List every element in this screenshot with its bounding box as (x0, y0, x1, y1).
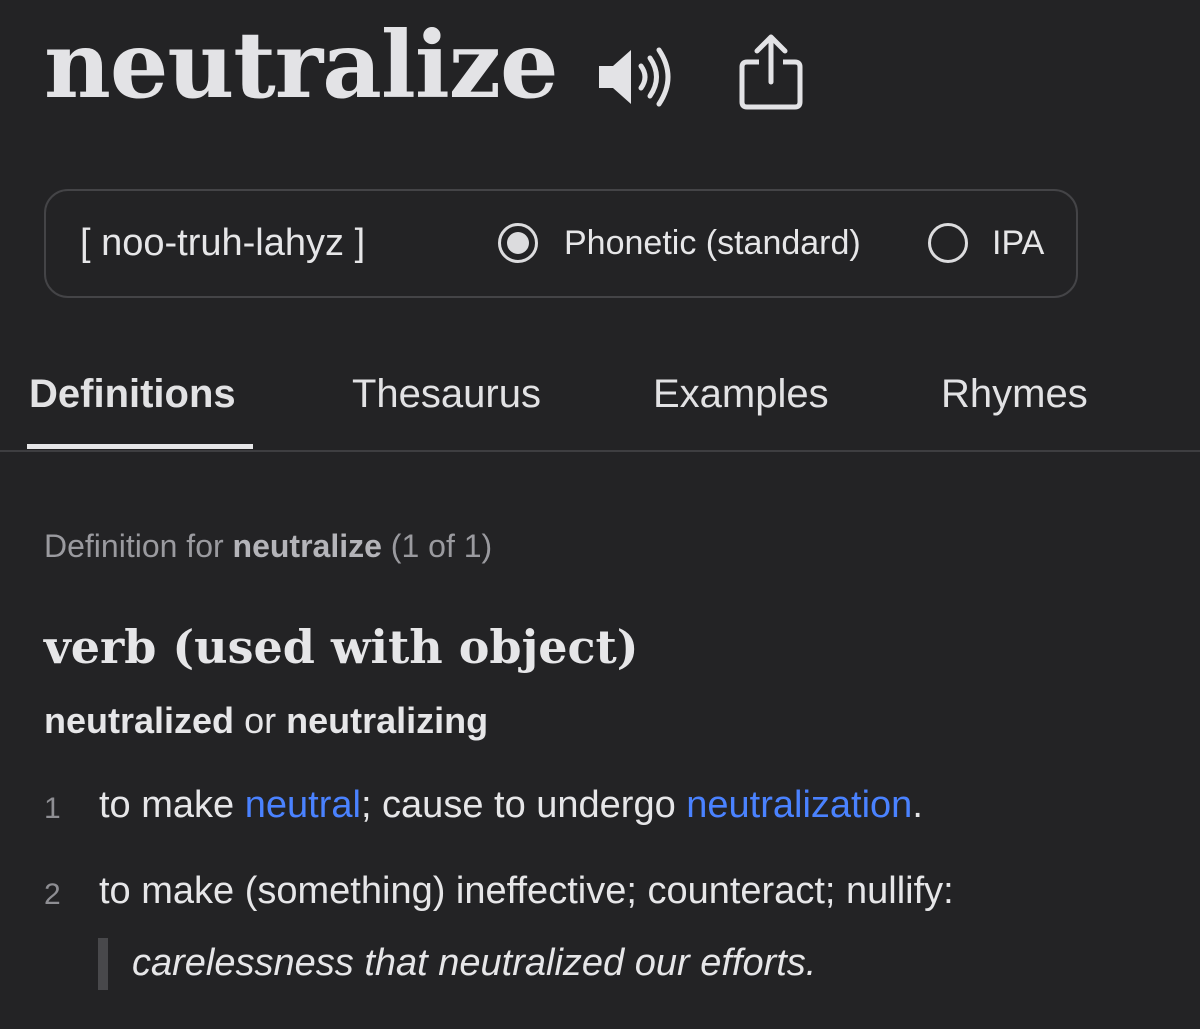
tab-rhymes[interactable]: Rhymes (941, 372, 1088, 417)
definition-header-word: neutralize (232, 528, 382, 564)
sense-text-part: to make (99, 784, 245, 826)
sense-text-part: ; cause to undergo (360, 784, 687, 826)
part-of-speech: verb (used with object) (44, 620, 639, 674)
ipa-radio[interactable] (928, 223, 968, 263)
link-neutral[interactable]: neutral (245, 784, 361, 826)
sense-number: 2 (44, 878, 61, 911)
link-neutralization[interactable]: neutralization (686, 784, 912, 826)
definition-header: Definition for neutralize (1 of 1) (44, 528, 492, 565)
example-sentence: carelessness that neutralized our effort… (132, 942, 817, 984)
sense-2-text: to make (something) ineffective; counter… (99, 870, 954, 912)
headword: neutralize (44, 11, 559, 119)
tab-definitions[interactable]: Definitions (29, 372, 236, 417)
tab-thesaurus[interactable]: Thesaurus (352, 372, 541, 417)
sense-number: 1 (44, 792, 61, 825)
active-tab-indicator (27, 444, 253, 449)
sense-text-part: . (912, 784, 923, 826)
speaker-icon[interactable] (597, 42, 677, 112)
definition-header-count: (1 of 1) (390, 528, 493, 564)
example-quote-bar (98, 938, 108, 990)
definition-header-prefix: Definition for (44, 528, 224, 564)
headword-row: neutralize (44, 10, 559, 120)
inflected-form-separator: or (244, 700, 277, 741)
tab-bar: Definitions Thesaurus Examples Rhymes (0, 360, 1200, 452)
share-icon[interactable] (737, 32, 805, 112)
pronunciation-box: [ noo-truh-lahyz ] Phonetic (standard) I… (44, 189, 1078, 298)
dictionary-page: neutralize [ noo-truh-lahyz ] Phonetic (… (0, 0, 1200, 1029)
inflected-forms: neutralized or neutralizing (44, 700, 488, 742)
tabs-divider (0, 450, 1200, 452)
phonetic-label[interactable]: Phonetic (standard) (564, 191, 861, 296)
inflected-form-present: neutralizing (286, 700, 489, 741)
sense-1-text: to make neutral; cause to undergo neutra… (99, 784, 923, 827)
phonetic-radio[interactable] (498, 223, 538, 263)
tab-examples[interactable]: Examples (653, 372, 829, 417)
inflected-form-past: neutralized (44, 700, 235, 741)
pronunciation-text: [ noo-truh-lahyz ] (80, 222, 366, 264)
ipa-label[interactable]: IPA (992, 191, 1044, 296)
